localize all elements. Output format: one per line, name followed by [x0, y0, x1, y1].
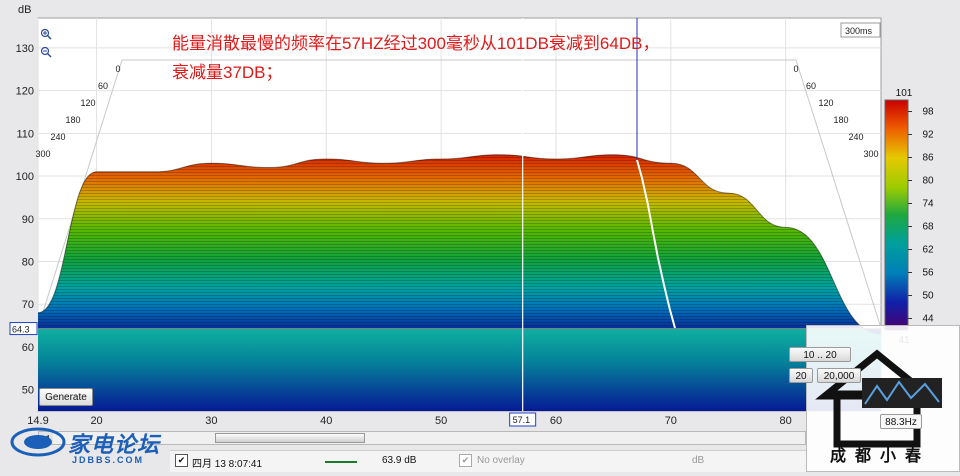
time-tick-left: 180 [65, 115, 80, 125]
time-tick-right: 240 [848, 132, 863, 142]
time-tick-right: 120 [818, 98, 833, 108]
floor-slice [38, 328, 881, 411]
frequency-range-button[interactable]: 10 .. 20 [789, 347, 851, 362]
colorbar-tick-label: 101 [896, 88, 913, 99]
colorbar-tick-label: 56 [922, 268, 934, 279]
chart-subtitle: 衰减量37DB； [172, 63, 283, 82]
time-tick-right: 180 [833, 115, 848, 125]
measurement-time: 四月 13 8:07:41 [192, 459, 263, 470]
watermark-text: 成都小春 [830, 448, 931, 465]
colorbar [884, 99, 909, 331]
cursor-y-label: 64.3 [12, 325, 30, 335]
colorbar-tick-label: 98 [922, 107, 934, 118]
y-axis-label: dB [18, 4, 31, 16]
x-tick-label: 80 [780, 415, 792, 427]
x-tick-label: 60 [550, 415, 562, 427]
x-tick-label: 30 [205, 415, 217, 427]
colorbar-tick-label: 50 [922, 291, 934, 302]
time-tick-left: 300 [35, 149, 50, 159]
y-tick-label: 100 [16, 171, 34, 183]
frequency-readout: 88.3Hz [880, 414, 922, 429]
status-bar: ✔ 四月 13 8:07:41 63.9 dB ✔ No overlay dB [170, 450, 806, 472]
time-tick-left: 120 [80, 98, 95, 108]
x-tick-label: 40 [320, 415, 332, 427]
colorbar-tick-label: 86 [922, 153, 934, 164]
chart-title: 能量消散最慢的频率在57HZ经过300毫秒从101DB衰减到64DB， [172, 33, 659, 53]
y-tick-label: 110 [16, 128, 34, 140]
colorbar-tick-label: 44 [922, 314, 934, 325]
scroll-thumb[interactable] [215, 433, 365, 443]
trace-color-swatch [325, 461, 357, 463]
time-tick-left: 240 [50, 132, 65, 142]
colorbar-tick-label: 68 [922, 222, 934, 233]
time-tick-right: 300 [863, 149, 878, 159]
generate-button[interactable]: Generate [39, 388, 93, 406]
time-label: 300ms [845, 26, 873, 36]
y-axis: 130 120 110 100 90 80 70 60 50 [16, 43, 34, 397]
x-tick-label: 50 [435, 415, 447, 427]
range-start-field[interactable]: 20 [789, 368, 813, 383]
cursor-x-label: 57.1 [513, 415, 531, 425]
y-tick-label: 90 [22, 214, 34, 226]
cursor-value: 63.9 dB [382, 455, 417, 466]
y-tick-label: 80 [22, 256, 34, 268]
overlay-checkbox[interactable]: ✔ [459, 454, 472, 467]
range-end-field[interactable]: 20,000 [817, 368, 861, 383]
y-tick-label: 120 [16, 86, 34, 98]
y-tick-label: 70 [22, 299, 34, 311]
overlay-unit: dB [692, 455, 705, 466]
colorbar-tick-label: 74 [922, 199, 934, 210]
colorbar-tick-label: 92 [922, 130, 934, 141]
y-tick-label: 60 [22, 342, 34, 354]
y-tick-label: 50 [22, 385, 34, 397]
overlay-label: No overlay [477, 455, 525, 466]
time-tick-right: 0 [793, 64, 798, 74]
x-tick-label: 70 [665, 415, 677, 427]
time-tick-left: 0 [115, 64, 120, 74]
colorbar-tick-label: 62 [922, 245, 934, 256]
logo-domain: JDBBS.COM [72, 455, 145, 465]
colorbar-tick-label: 80 [922, 176, 934, 187]
y-tick-label: 130 [16, 43, 34, 55]
time-tick-right: 60 [806, 81, 816, 91]
time-tick-left: 60 [98, 81, 108, 91]
